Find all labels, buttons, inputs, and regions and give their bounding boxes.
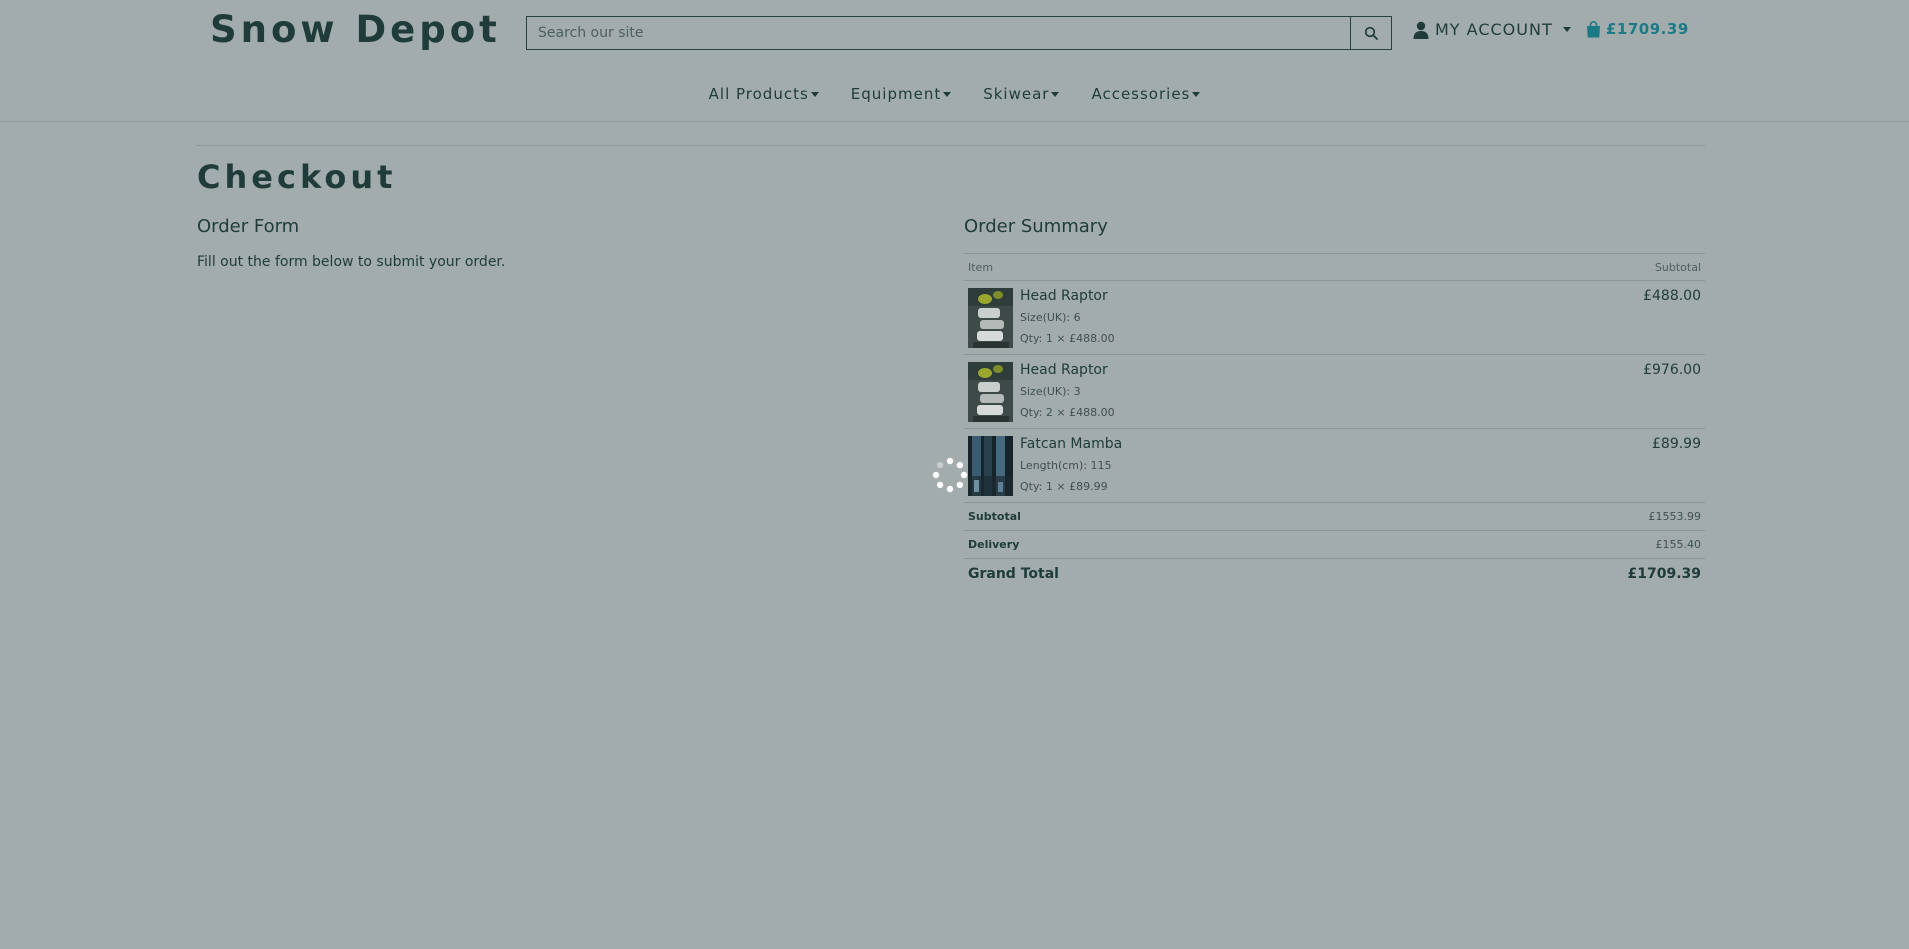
page-title: Checkout xyxy=(197,158,397,196)
product-quantity: Qty: 2 × £488.00 xyxy=(1020,406,1115,419)
product-thumbnail xyxy=(968,362,1013,422)
product-size: Size(UK): 6 xyxy=(1020,311,1081,324)
product-thumbnail xyxy=(968,436,1013,496)
nav-accessories[interactable]: Accessories xyxy=(1091,85,1201,103)
page-divider xyxy=(196,145,1705,146)
search-form xyxy=(526,16,1392,50)
order-item-info: Fatcan Mamba Length(cm): 115 Qty: 1 × £8… xyxy=(1020,436,1701,502)
column-header-item: Item xyxy=(968,260,994,274)
order-item-row: Head Raptor Size(UK): 3 Qty: 2 × £488.00… xyxy=(964,355,1705,429)
product-length: Length(cm): 115 xyxy=(1020,459,1112,472)
my-account-label: MY ACCOUNT xyxy=(1435,20,1553,39)
delivery-label: Delivery xyxy=(968,538,1020,551)
column-header-subtotal: Subtotal xyxy=(1654,260,1701,274)
item-subtotal: £89.99 xyxy=(1652,436,1701,452)
header-divider xyxy=(0,121,1909,122)
product-thumbnail xyxy=(968,288,1013,348)
chevron-down-icon xyxy=(1192,91,1201,97)
product-name[interactable]: Fatcan Mamba xyxy=(1020,436,1701,453)
user-icon xyxy=(1413,21,1429,39)
chevron-down-icon xyxy=(810,91,819,97)
cart-total: £1709.39 xyxy=(1606,20,1689,38)
product-name[interactable]: Head Raptor xyxy=(1020,362,1701,379)
product-size: Size(UK): 3 xyxy=(1020,385,1081,398)
subtotal-label: Subtotal xyxy=(968,510,1021,523)
grand-total-value: £1709.39 xyxy=(1627,566,1701,582)
grand-total-label: Grand Total xyxy=(968,566,1059,582)
summary-header-row: Item Subtotal xyxy=(964,253,1705,281)
subtotal-value: £1553.99 xyxy=(1648,510,1702,523)
nav-equipment[interactable]: Equipment xyxy=(850,85,952,103)
grand-total-row: Grand Total £1709.39 xyxy=(964,559,1705,589)
search-icon xyxy=(1364,26,1378,40)
nav-item-label: Skiwear xyxy=(983,85,1050,103)
product-quantity: Qty: 1 × £488.00 xyxy=(1020,332,1115,345)
order-form-heading: Order Form xyxy=(197,216,300,237)
item-subtotal: £488.00 xyxy=(1643,288,1701,304)
site-logo[interactable]: Snow Depot xyxy=(210,8,501,51)
subtotal-row: Subtotal £1553.99 xyxy=(964,503,1705,531)
main-nav: All Products Equipment Skiwear Accessori… xyxy=(0,85,1909,103)
nav-item-label: Equipment xyxy=(850,85,942,103)
order-item-info: Head Raptor Size(UK): 3 Qty: 2 × £488.00 xyxy=(1020,362,1701,428)
item-subtotal: £976.00 xyxy=(1643,362,1701,378)
search-button[interactable] xyxy=(1350,16,1392,50)
nav-item-label: Accessories xyxy=(1091,85,1191,103)
product-quantity: Qty: 1 × £89.99 xyxy=(1020,480,1108,493)
order-item-info: Head Raptor Size(UK): 6 Qty: 1 × £488.00 xyxy=(1020,288,1701,354)
delivery-value: £155.40 xyxy=(1655,538,1702,551)
loading-spinner-icon xyxy=(932,457,968,493)
order-form-text: Fill out the form below to submit your o… xyxy=(197,254,506,270)
product-name[interactable]: Head Raptor xyxy=(1020,288,1701,305)
delivery-row: Delivery £155.40 xyxy=(964,531,1705,559)
chevron-down-icon xyxy=(1051,91,1060,97)
order-item-row: Fatcan Mamba Length(cm): 115 Qty: 1 × £8… xyxy=(964,429,1705,503)
my-account-menu[interactable]: MY ACCOUNT xyxy=(1413,20,1571,39)
search-input[interactable] xyxy=(526,16,1350,50)
chevron-down-icon xyxy=(943,91,952,97)
shopping-bag-icon xyxy=(1587,20,1600,37)
order-summary-heading: Order Summary xyxy=(964,216,1108,237)
nav-item-label: All Products xyxy=(708,85,809,103)
nav-skiwear[interactable]: Skiwear xyxy=(983,85,1060,103)
order-item-row: Head Raptor Size(UK): 6 Qty: 1 × £488.00… xyxy=(964,281,1705,355)
chevron-down-icon xyxy=(1562,27,1571,32)
nav-all-products[interactable]: All Products xyxy=(709,85,819,103)
order-summary-table: Item Subtotal Head Raptor Size(UK): 6 Qt… xyxy=(964,253,1705,589)
cart-link[interactable]: £1709.39 xyxy=(1586,20,1689,38)
